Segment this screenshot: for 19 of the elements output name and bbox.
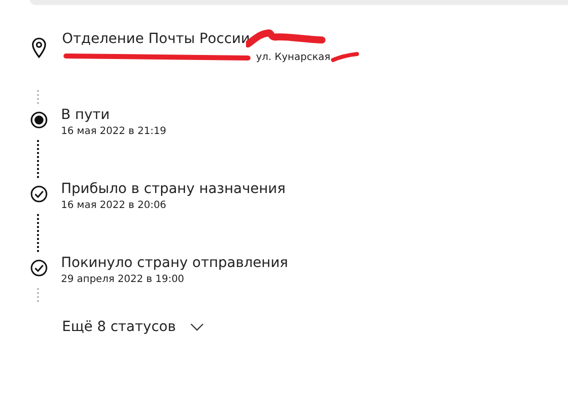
status-date: 16 мая 2022 в 20:06 bbox=[61, 199, 168, 213]
current-status-icon bbox=[30, 111, 48, 129]
timeline-line bbox=[37, 139, 39, 179]
post-office-name: Отделение Почты России bbox=[62, 31, 250, 47]
timeline-line bbox=[37, 89, 39, 105]
timeline-line bbox=[37, 213, 39, 253]
show-more-button[interactable]: Ещё 8 статусов bbox=[62, 315, 204, 339]
status-date: 16 мая 2022 в 21:19 bbox=[61, 125, 166, 139]
post-office-address: ул. Кунарская bbox=[256, 52, 330, 63]
status-title: Прибыло в страну назначения bbox=[61, 180, 286, 199]
chevron-down-icon bbox=[190, 323, 204, 331]
status-title: В пути bbox=[61, 106, 111, 125]
redaction-mark bbox=[330, 50, 360, 62]
checkmark-icon bbox=[30, 185, 48, 203]
location-pin-icon bbox=[31, 37, 47, 59]
status-title: Покинуло страну отправления bbox=[61, 254, 288, 273]
checkmark-icon bbox=[30, 259, 48, 277]
status-date: 29 апреля 2022 в 19:00 bbox=[61, 273, 186, 287]
timeline-line bbox=[37, 287, 39, 303]
